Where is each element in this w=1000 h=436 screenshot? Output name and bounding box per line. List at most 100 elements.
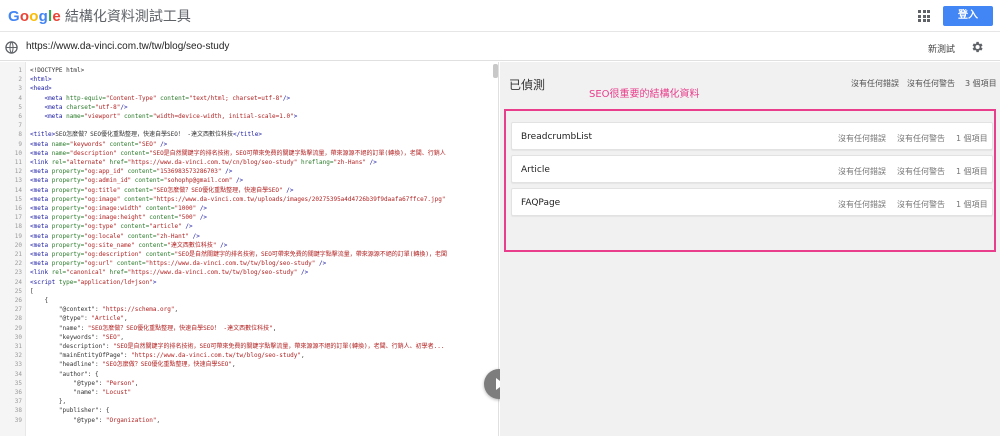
result-item-count: 1 個項目 bbox=[956, 200, 988, 209]
line-number: 33 bbox=[14, 361, 22, 369]
code-text: <html> bbox=[30, 76, 52, 84]
code-text: <meta property="og:url" content="https:/… bbox=[30, 260, 327, 268]
google-logo: Google bbox=[8, 7, 61, 25]
result-item-errors: 沒有任何錯誤 bbox=[838, 167, 886, 176]
code-line: 27 "@context": "https://schema.org", bbox=[0, 305, 490, 314]
code-text: <script type="application/ld+json"> bbox=[30, 278, 157, 286]
code-line: 21 <meta property="og:description" conten… bbox=[0, 250, 490, 259]
code-text: <meta property="og:locale" content="zh-H… bbox=[30, 232, 200, 240]
code-text: <head> bbox=[30, 85, 52, 93]
code-line: 13 <meta property="og:admin_id" content="… bbox=[0, 176, 490, 185]
code-line: 10 <meta name="description" content="SEO是… bbox=[0, 149, 490, 158]
result-item-count: 1 個項目 bbox=[956, 167, 988, 176]
code-line: 2 <html> bbox=[0, 75, 490, 84]
line-number: 12 bbox=[14, 168, 22, 176]
code-text: <meta property="og:description" content=… bbox=[30, 251, 448, 258]
apps-grid-icon[interactable] bbox=[918, 10, 930, 22]
brand: Google 結構化資料測試工具 bbox=[8, 6, 191, 26]
annotation-label: SEO很重要的結構化資料 bbox=[589, 89, 700, 100]
code-line: 39 "@type": "Organization", bbox=[0, 416, 490, 425]
code-text: "@context": "https://schema.org", bbox=[30, 306, 179, 314]
code-line: 35 "@type": "Person", bbox=[0, 379, 490, 388]
line-number: 13 bbox=[14, 177, 22, 185]
code-line: 4 <meta http-equiv="Content-Type" conten… bbox=[0, 94, 490, 103]
code-text: "@type": "Organization", bbox=[30, 416, 161, 424]
code-line: 20 <meta property="og:site_name" content=… bbox=[0, 241, 490, 250]
code-line: 31 "description": "SEO是自然關鍵字的排名技術，SEO可帶來… bbox=[0, 342, 490, 351]
code-line: 33 "headline": "SEO怎麼做？SEO優化重點整理，快速自學SEO… bbox=[0, 360, 490, 369]
code-line: 18 <meta property="og:type" content="arti… bbox=[0, 222, 490, 231]
result-item-faqpage[interactable]: FAQPage 沒有任何錯誤 沒有任何警告 1 個項目 bbox=[511, 188, 993, 216]
line-number: 2 bbox=[18, 76, 22, 84]
line-number: 3 bbox=[18, 85, 22, 93]
line-number: 20 bbox=[14, 241, 22, 249]
code-text: <meta property="og:app_id" content="1536… bbox=[30, 168, 233, 176]
line-number: 24 bbox=[14, 278, 22, 286]
editor-scrollbar[interactable] bbox=[493, 64, 498, 78]
url-input[interactable]: https://www.da-vinci.com.tw/tw/blog/seo-… bbox=[26, 41, 229, 52]
line-number: 5 bbox=[18, 103, 22, 111]
signin-button[interactable]: 登入 bbox=[943, 6, 993, 26]
code-text: <meta property="og:image" content="https… bbox=[30, 195, 446, 203]
line-number: 36 bbox=[14, 389, 22, 396]
code-text: <meta http-equiv="Content-Type" content=… bbox=[44, 94, 291, 102]
code-text: <meta property="og:image:height" content… bbox=[30, 214, 208, 222]
code-text: <meta name="keywords" content="SEO" /> bbox=[30, 140, 168, 148]
code-line: 37 }, bbox=[0, 397, 490, 406]
code-editor[interactable]: 1 <!DOCTYPE html> 2 <html> 3 <head> 4 <meta ht… bbox=[0, 62, 499, 436]
tool-title: 結構化資料測試工具 bbox=[64, 8, 191, 24]
code-line: 19 <meta property="og:locale" content="zh… bbox=[0, 232, 490, 241]
code-text: <!DOCTYPE html> bbox=[30, 67, 85, 74]
code-line: 28 "@type": "Article", bbox=[0, 314, 490, 323]
code-text: <meta name="description" content="SEO是自然… bbox=[30, 149, 446, 157]
line-number: 29 bbox=[14, 324, 22, 332]
code-text: <meta property="og:image:width" content=… bbox=[30, 205, 208, 212]
result-item-name: BreadcrumbList bbox=[521, 132, 593, 142]
line-number: 11 bbox=[14, 159, 22, 166]
code-line: 11 <link rel="alternate" href="https://ww… bbox=[0, 158, 490, 167]
code-text: "keywords": "SEO", bbox=[30, 333, 124, 341]
result-item-count: 1 個項目 bbox=[956, 134, 988, 143]
code-text: <meta name="viewport" content="width=dev… bbox=[44, 113, 298, 120]
code-line: 6 <meta name="viewport" content="width=d… bbox=[0, 112, 490, 121]
line-number: 19 bbox=[14, 232, 22, 240]
line-number: 30 bbox=[14, 333, 22, 341]
code-line: 34 "author": { bbox=[0, 370, 490, 379]
code-text: "author": { bbox=[30, 370, 99, 378]
line-number: 39 bbox=[14, 416, 22, 424]
result-item-breadcrumblist[interactable]: BreadcrumbList 沒有任何錯誤 沒有任何警告 1 個項目 bbox=[511, 122, 993, 150]
line-number: 38 bbox=[14, 407, 22, 415]
line-number: 8 bbox=[18, 131, 22, 139]
result-item-warnings: 沒有任何警告 bbox=[897, 167, 945, 176]
code-line: 29 "name": "SEO怎麼做？SEO優化重點整理，快速自學SEO！ -達… bbox=[0, 324, 490, 333]
code-line: 15 <meta property="og:image" content="htt… bbox=[0, 195, 490, 204]
top-bar: Google 結構化資料測試工具 登入 bbox=[0, 0, 1000, 32]
code-line: 38 "publisher": { bbox=[0, 406, 490, 415]
line-number: 6 bbox=[18, 113, 22, 120]
code-text: <title>SEO怎麼做？SEO優化重點整理，快速自學SEO！ -達文西數位科… bbox=[30, 131, 262, 139]
gear-icon[interactable] bbox=[970, 40, 984, 54]
result-item-article[interactable]: Article 沒有任何錯誤 沒有任何警告 1 個項目 bbox=[511, 155, 993, 183]
line-number: 31 bbox=[14, 343, 22, 350]
result-item-warnings: 沒有任何警告 bbox=[897, 200, 945, 209]
result-item-errors: 沒有任何錯誤 bbox=[838, 200, 886, 209]
code-text: "name": "Locust" bbox=[30, 389, 132, 396]
line-number: 34 bbox=[14, 370, 22, 378]
code-line: 1 <!DOCTYPE html> bbox=[0, 66, 490, 75]
line-number: 10 bbox=[14, 149, 22, 157]
code-text: }, bbox=[30, 398, 67, 406]
line-number: 23 bbox=[14, 269, 22, 277]
summary-items: 3 個項目 bbox=[965, 79, 997, 88]
code-text: <meta property="og:admin_id" content="so… bbox=[30, 177, 244, 185]
result-item-name: Article bbox=[521, 165, 550, 175]
code-line: 24 <script type="application/ld+json"> bbox=[0, 278, 490, 287]
code-line: 3 <head> bbox=[0, 84, 490, 93]
code-line: 8 <title>SEO怎麼做？SEO優化重點整理，快速自學SEO！ -達文西數位… bbox=[0, 130, 490, 139]
line-number: 21 bbox=[14, 251, 22, 258]
line-number: 14 bbox=[14, 186, 22, 194]
line-number: 25 bbox=[14, 287, 22, 295]
summary-errors: 沒有任何錯誤 bbox=[851, 79, 899, 88]
line-number: 15 bbox=[14, 195, 22, 203]
new-test-button[interactable]: 新測試 bbox=[928, 42, 955, 55]
code-text: "description": "SEO是自然關鍵字的排名技術，SEO可帶來免費的… bbox=[30, 343, 445, 350]
